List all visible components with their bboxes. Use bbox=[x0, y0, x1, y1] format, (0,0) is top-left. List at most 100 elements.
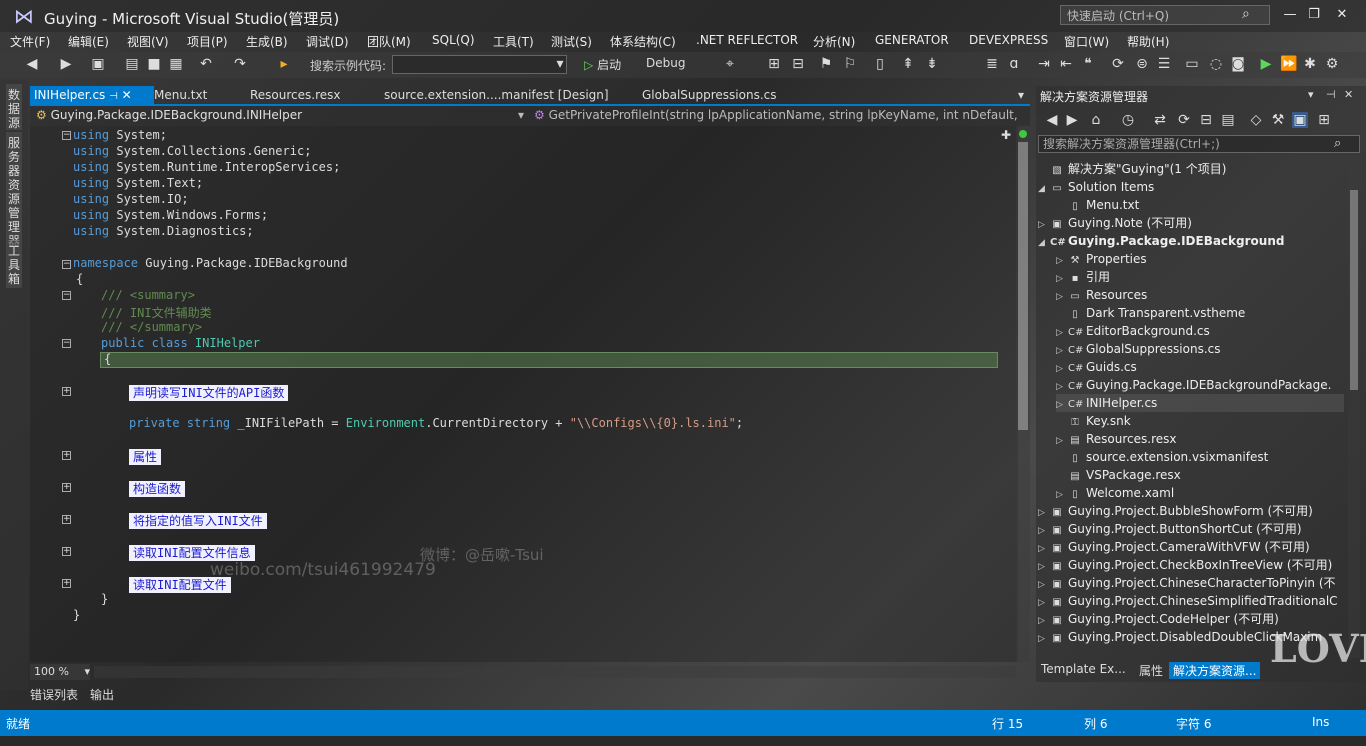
undo-icon[interactable]: ↶ bbox=[198, 56, 214, 72]
tab-template-explorer[interactable]: Template Ex... bbox=[1041, 662, 1126, 676]
bookmark-icon[interactable]: ▯ bbox=[872, 56, 888, 72]
tree-item-key-snk[interactable]: ⚿ Key.snk bbox=[1056, 412, 1362, 430]
zoom-combo[interactable]: 100 % ▾ bbox=[30, 664, 90, 680]
expand-region-toggle[interactable]: + bbox=[62, 387, 71, 396]
tasks-icon[interactable]: ▭ bbox=[1184, 56, 1200, 72]
start-debug-button[interactable]: ▷ 启动 bbox=[584, 56, 621, 73]
split-icon[interactable]: ✚ bbox=[1001, 128, 1011, 142]
tree-item-menu-txt[interactable]: ▯ Menu.txt bbox=[1056, 196, 1362, 214]
collapse-all-icon[interactable]: ⊟ bbox=[1198, 112, 1214, 128]
bing-icon[interactable]: ▸ bbox=[276, 56, 292, 72]
data-sources-tab[interactable]: 数据源 bbox=[6, 84, 22, 130]
solution-search-input[interactable]: 搜索解决方案资源管理器(Ctrl+;) bbox=[1038, 135, 1360, 153]
menu-debug[interactable]: 调试(D) bbox=[306, 33, 349, 50]
tree-item-editor-background[interactable]: ▷ C# EditorBackground.cs bbox=[1056, 322, 1362, 340]
menu-project[interactable]: 项目(P) bbox=[187, 33, 228, 50]
format-icon[interactable]: ≣ bbox=[984, 56, 1000, 72]
tree-item-vstheme[interactable]: ▯ Dark Transparent.vstheme bbox=[1056, 304, 1362, 322]
tree-item-project[interactable]: ▷ ▣ Guying.Project.ButtonShortCut (不可用) bbox=[1038, 520, 1344, 538]
tree-item-resources-folder[interactable]: ▷ ▭ Resources bbox=[1056, 286, 1362, 304]
find-icon[interactable]: ⌖ bbox=[722, 56, 738, 72]
tree-item-solution-items[interactable]: ◢ ▭ Solution Items bbox=[1038, 178, 1344, 196]
menu-file[interactable]: 文件(F) bbox=[10, 33, 50, 50]
spell-icon[interactable]: ɑ bbox=[1006, 56, 1022, 72]
preview-icon[interactable]: ▣ bbox=[1292, 112, 1308, 128]
server-explorer-tab[interactable]: 服务器资源管理器 bbox=[6, 132, 22, 248]
save-all-icon[interactable]: ▦ bbox=[168, 56, 184, 72]
solution-config-combo[interactable]: Debug bbox=[646, 56, 685, 70]
history-icon[interactable]: ◷ bbox=[1120, 112, 1136, 128]
run-icon[interactable]: ▶ bbox=[1258, 56, 1274, 72]
properties-icon[interactable]: ⚒ bbox=[1270, 112, 1286, 128]
save-icon[interactable]: ■ bbox=[146, 56, 162, 72]
expand-region-toggle[interactable]: + bbox=[62, 515, 71, 524]
menu-view[interactable]: 视图(V) bbox=[127, 33, 169, 50]
tab-menu-txt[interactable]: Menu.txt bbox=[150, 86, 211, 104]
close-icon[interactable]: ✕ bbox=[1344, 88, 1353, 101]
collapse-class-toggle[interactable]: − bbox=[62, 339, 71, 348]
tree-item-project[interactable]: ▷ ▣ Guying.Project.ChineseCharacterToPinyi… bbox=[1038, 574, 1344, 592]
tab-inihelper[interactable]: INIHelper.cs ⊣ ✕ bbox=[30, 86, 154, 104]
chevron-down-icon[interactable]: ▾ bbox=[552, 56, 568, 72]
menu-team[interactable]: 团队(M) bbox=[367, 33, 411, 50]
forward-icon[interactable]: ▶ bbox=[1064, 112, 1080, 128]
menu-edit[interactable]: 编辑(E) bbox=[68, 33, 109, 50]
class-view-icon[interactable]: ⊟ bbox=[790, 56, 806, 72]
search-icon[interactable]: ⌕ bbox=[1334, 136, 1341, 151]
back-icon[interactable]: ◀ bbox=[24, 56, 40, 72]
tree-item-project[interactable]: ▷ ▣ Guying.Project.CameraWithVFW (不可用) bbox=[1038, 538, 1344, 556]
tree-item-guids[interactable]: ▷ C# Guids.cs bbox=[1056, 358, 1362, 376]
menu-tools[interactable]: 工具(T) bbox=[493, 33, 534, 50]
tree-item-project[interactable]: ▷ ▣ Guying.Project.BubbleShowForm (不可用) bbox=[1038, 502, 1344, 520]
search-icon[interactable]: ⌕ bbox=[1242, 6, 1250, 22]
redo-icon[interactable]: ↷ bbox=[232, 56, 248, 72]
collapse-comment-toggle[interactable]: − bbox=[62, 291, 71, 300]
expand-region-toggle[interactable]: + bbox=[62, 483, 71, 492]
open-file-icon[interactable]: ▤ bbox=[124, 56, 140, 72]
expand-region-toggle[interactable]: + bbox=[62, 579, 71, 588]
close-button[interactable]: ✕ bbox=[1330, 6, 1354, 24]
bug-icon[interactable]: ✱ bbox=[1302, 56, 1318, 72]
collapsed-region[interactable]: 声明读写INI文件的API函数 bbox=[129, 384, 289, 401]
menu-analyze[interactable]: 分析(N) bbox=[813, 33, 855, 50]
chevron-down-icon[interactable]: ▾ bbox=[1308, 88, 1314, 101]
outdent-icon[interactable]: ⇤ bbox=[1058, 56, 1074, 72]
show-all-files-icon[interactable]: ▤ bbox=[1220, 112, 1236, 128]
minimize-button[interactable]: — bbox=[1278, 6, 1302, 24]
tab-solution-explorer[interactable]: 解决方案资源... bbox=[1169, 662, 1261, 679]
team-explorer-icon[interactable]: ⚐ bbox=[842, 56, 858, 72]
tab-output[interactable]: 输出 bbox=[90, 686, 114, 703]
tree-item-properties[interactable]: ▷ ⚒ Properties bbox=[1056, 250, 1362, 268]
tree-item-vspackage-resx[interactable]: ▤ VSPackage.resx bbox=[1056, 466, 1362, 484]
list-icon[interactable]: ☰ bbox=[1156, 56, 1172, 72]
settings-icon[interactable]: ⚙ bbox=[1324, 56, 1340, 72]
tab-error-list[interactable]: 错误列表 bbox=[30, 686, 78, 703]
collapsed-region[interactable]: 将指定的值写入INI文件 bbox=[129, 512, 267, 529]
sync-icon[interactable]: ⇄ bbox=[1152, 112, 1168, 128]
menu-net-reflector[interactable]: .NET REFLECTOR bbox=[696, 33, 798, 47]
chat-icon[interactable]: ◌ bbox=[1208, 56, 1224, 72]
maximize-button[interactable]: ❐ bbox=[1302, 6, 1326, 24]
menu-architecture[interactable]: 体系结构(C) bbox=[610, 33, 676, 50]
message-icon[interactable]: ◙ bbox=[1230, 56, 1246, 72]
menu-sql[interactable]: SQL(Q) bbox=[432, 33, 475, 47]
tree-item-guying-note[interactable]: ▷ ▣ Guying.Note (不可用) bbox=[1038, 214, 1344, 232]
editor-scroll-thumb[interactable] bbox=[1018, 142, 1028, 430]
home-icon[interactable]: ⌂ bbox=[1088, 112, 1104, 128]
menu-devexpress[interactable]: DEVEXPRESS bbox=[969, 33, 1048, 47]
chevron-down-icon[interactable]: ▾ bbox=[518, 108, 524, 122]
close-icon[interactable]: ✕ bbox=[122, 88, 132, 102]
collapse-namespace-toggle[interactable]: − bbox=[62, 260, 71, 269]
back-icon[interactable]: ◀ bbox=[1044, 112, 1060, 128]
refresh-icon[interactable]: ⟳ bbox=[1110, 56, 1126, 72]
menu-build[interactable]: 生成(B) bbox=[246, 33, 288, 50]
tree-item-references[interactable]: ▷ ▪ 引用 bbox=[1056, 268, 1362, 286]
tab-manifest-design[interactable]: source.extension....manifest [Design] bbox=[380, 86, 613, 104]
tree-item-ide-background-project[interactable]: ◢ C# Guying.Package.IDEBackground bbox=[1038, 232, 1344, 250]
menu-window[interactable]: 窗口(W) bbox=[1064, 33, 1109, 50]
sample-search-input[interactable] bbox=[392, 55, 567, 74]
run-all-icon[interactable]: ⏩ bbox=[1280, 56, 1297, 72]
navigate-icon[interactable]: ⊞ bbox=[766, 56, 782, 72]
tree-item-project[interactable]: ▷ ▣ Guying.Project.ChineseSimplifiedTradit… bbox=[1038, 592, 1344, 610]
team-icon[interactable]: ⚑ bbox=[818, 56, 834, 72]
